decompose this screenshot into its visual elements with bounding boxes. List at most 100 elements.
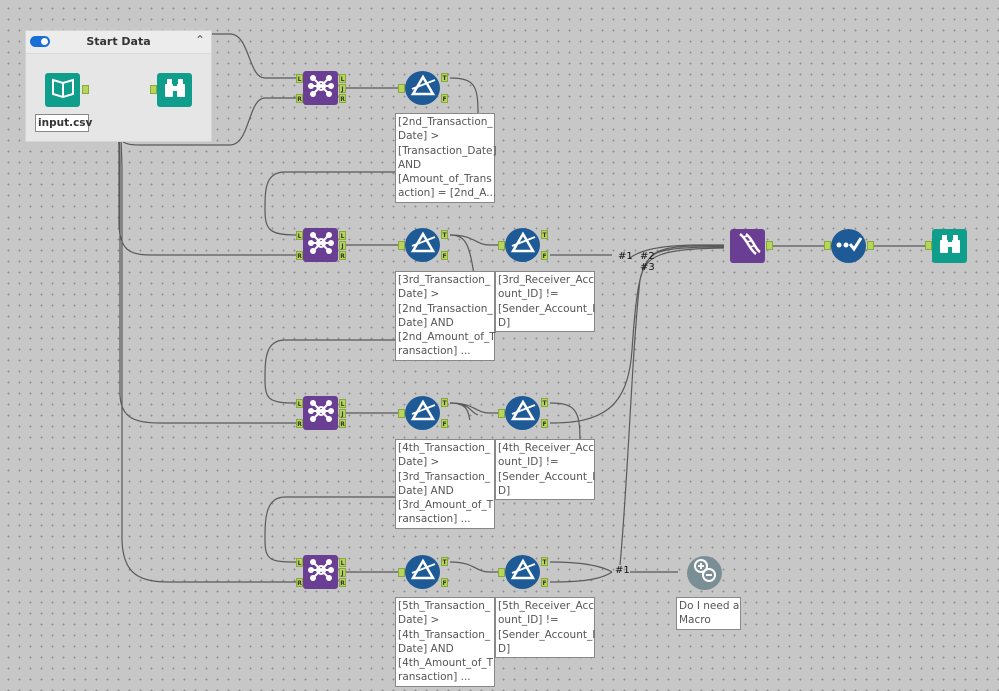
join-left-input-anchor[interactable]: L [296, 399, 303, 408]
annotation-line: [4th_Receiver_Acc [498, 442, 595, 454]
filter-tool-date[interactable] [405, 71, 440, 105]
filter-input-anchor[interactable] [498, 568, 505, 577]
filter-annotation: [4th_Transaction_ Date] > [3rd_Transaction… [395, 439, 495, 529]
macro-annotation: Do I need a Macro [676, 597, 741, 630]
union-output-anchor[interactable] [766, 241, 773, 250]
binoculars-icon [938, 233, 962, 259]
join-tool[interactable] [303, 396, 338, 430]
filter-true-anchor[interactable]: T [541, 557, 548, 566]
join-right-input-anchor[interactable]: R [296, 578, 303, 587]
connection-label-union_3: #3 [640, 262, 655, 273]
join-right-input-anchor[interactable]: R [296, 251, 303, 260]
filter-annotation: [4th_Receiver_Acc ount_ID] != [Sender_Acco… [495, 439, 596, 501]
annotation-line: [3rd_Amount_of_T [398, 499, 494, 512]
select-tool[interactable] [831, 229, 866, 263]
chevron-up-icon[interactable]: ⌃ [195, 33, 205, 47]
filter-input-anchor[interactable] [398, 84, 405, 93]
filter-prism-icon [510, 399, 536, 427]
input-output-anchor[interactable] [82, 85, 89, 94]
join-tool[interactable] [303, 71, 338, 105]
filter-false-anchor[interactable]: F [541, 578, 548, 587]
annotation-line: D] [498, 316, 511, 329]
join-output-anchor-R[interactable]: R [339, 419, 346, 428]
annotation-line: [Transaction_Date] [398, 144, 497, 157]
annotation-line: D] [498, 642, 511, 655]
filter-prism-icon [410, 231, 436, 259]
filter-prism-icon [510, 558, 536, 586]
join-output-anchor-J[interactable]: J [339, 84, 346, 93]
filter-input-anchor[interactable] [398, 568, 405, 577]
select-input-anchor[interactable] [824, 241, 831, 250]
filter-tool-account[interactable] [505, 396, 540, 430]
binoculars-icon [163, 77, 187, 103]
join-output-anchor-L[interactable]: L [339, 399, 346, 408]
container-header[interactable]: Start Data ⌃ [26, 31, 211, 54]
annotation-line: Macro [679, 614, 711, 627]
dna-union-icon [735, 231, 761, 261]
annotation-line: [Sender_Account_I [498, 470, 596, 483]
annotation-line: ransaction] ... [398, 345, 471, 358]
filter-false-anchor[interactable]: F [541, 251, 548, 260]
join-output-anchor-R[interactable]: R [339, 251, 346, 260]
filter-true-anchor[interactable]: T [541, 398, 548, 407]
join-output-anchor-J[interactable]: J [339, 409, 346, 418]
join-output-anchor-J[interactable]: J [339, 568, 346, 577]
join-tool[interactable] [303, 555, 338, 589]
join-right-input-anchor[interactable]: R [296, 419, 303, 428]
annotation-line: Date] > [398, 456, 440, 469]
filter-true-anchor[interactable]: T [541, 230, 548, 239]
filter-annotation: [5th_Transaction_ Date] > [4th_Transaction… [395, 597, 495, 687]
annotation-line: [3rd_Receiver_Acc [498, 274, 595, 286]
select-output-anchor[interactable] [867, 241, 874, 250]
filter-true-anchor[interactable]: T [441, 73, 448, 82]
join-output-anchor-L[interactable]: L [339, 231, 346, 240]
filter-input-anchor[interactable] [398, 241, 405, 250]
join-right-input-anchor[interactable]: R [296, 94, 303, 103]
filter-false-anchor[interactable]: F [441, 419, 448, 428]
filter-tool-account[interactable] [505, 228, 540, 262]
filter-input-anchor[interactable] [398, 409, 405, 418]
filter-input-anchor[interactable] [498, 409, 505, 418]
join-output-anchor-L[interactable]: L [339, 558, 346, 567]
filter-false-anchor[interactable]: F [441, 94, 448, 103]
join-left-input-anchor[interactable]: L [296, 558, 303, 567]
select-check-icon [835, 235, 863, 257]
connection-label-union_1: #1 [618, 251, 633, 262]
filter-true-anchor[interactable]: T [441, 230, 448, 239]
filter-tool-date[interactable] [405, 555, 440, 589]
browse-input-anchor[interactable] [925, 241, 932, 250]
connection-label-macro_1: #1 [615, 565, 630, 576]
union-tool[interactable] [730, 229, 765, 263]
container-title: Start Data [86, 35, 151, 48]
annotation-line: ransaction] ... [398, 513, 471, 526]
annotation-line: [3rd_Transaction_ [398, 274, 491, 286]
filter-tool-date[interactable] [405, 228, 440, 262]
join-output-anchor-L[interactable]: L [339, 74, 346, 83]
input-data-tool[interactable] [45, 73, 80, 107]
join-left-input-anchor[interactable]: L [296, 74, 303, 83]
filter-annotation: [2nd_Transaction_ Date] > [Transaction_Dat… [395, 113, 497, 203]
filter-input-anchor[interactable] [498, 241, 505, 250]
annotation-line: action] = [2nd_A... [398, 187, 497, 200]
join-output-anchor-R[interactable]: R [339, 94, 346, 103]
macro-tool[interactable] [687, 556, 722, 590]
filter-true-anchor[interactable]: T [441, 398, 448, 407]
annotation-line: ransaction] ... [398, 671, 471, 684]
filter-false-anchor[interactable]: F [541, 419, 548, 428]
join-output-anchor-J[interactable]: J [339, 241, 346, 250]
browse-input-anchor[interactable] [150, 85, 157, 94]
join-tool[interactable] [303, 228, 338, 262]
filter-annotation: [3rd_Transaction_ Date] > [2nd_Transaction… [395, 271, 496, 361]
filter-tool-account[interactable] [505, 555, 540, 589]
browse-tool-output[interactable] [932, 229, 967, 263]
browse-tool[interactable] [157, 73, 192, 107]
filter-tool-date[interactable] [405, 396, 440, 430]
annotation-line: [2nd_Transaction_ [398, 116, 493, 128]
filter-false-anchor[interactable]: F [441, 251, 448, 260]
join-output-anchor-R[interactable]: R [339, 578, 346, 587]
annotation-line: [5th_Receiver_Acc [498, 600, 595, 612]
filter-false-anchor[interactable]: F [441, 578, 448, 587]
filter-true-anchor[interactable]: T [441, 557, 448, 566]
filter-prism-icon [510, 231, 536, 259]
join-left-input-anchor[interactable]: L [296, 231, 303, 240]
